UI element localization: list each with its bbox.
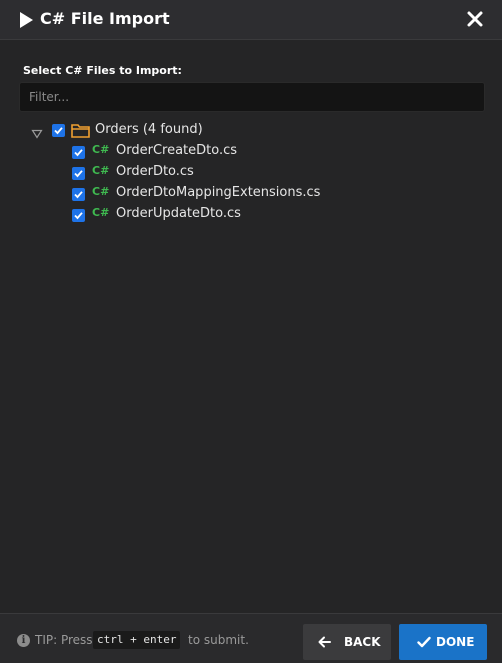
csharp-icon: C# xyxy=(92,143,110,156)
dialog-footer: i TIP: Press ctrl + enter to submit. BAC… xyxy=(0,613,502,663)
check-icon xyxy=(417,636,431,648)
done-label: DONE xyxy=(436,635,475,649)
back-label: BACK xyxy=(344,635,381,649)
filter-input[interactable] xyxy=(19,82,485,112)
csharp-icon: C# xyxy=(92,164,110,177)
file-label[interactable]: OrderDtoMappingExtensions.cs xyxy=(116,185,320,200)
tip-prefix: TIP: Press xyxy=(35,633,93,647)
tree-expander-icon[interactable] xyxy=(31,125,43,139)
file-label[interactable]: OrderUpdateDto.cs xyxy=(116,206,241,221)
back-button[interactable]: BACK xyxy=(303,624,391,660)
close-icon[interactable] xyxy=(466,10,484,28)
folder-checkbox[interactable] xyxy=(52,124,65,137)
dialog-title: C# File Import xyxy=(40,9,170,28)
csharp-icon: C# xyxy=(92,185,110,198)
file-label[interactable]: OrderDto.cs xyxy=(116,164,194,179)
folder-icon xyxy=(71,123,90,138)
done-button[interactable]: DONE xyxy=(399,624,487,660)
arrow-left-icon xyxy=(318,636,331,648)
csharp-icon: C# xyxy=(92,206,110,219)
play-icon xyxy=(20,12,33,28)
file-checkbox[interactable] xyxy=(72,167,85,180)
file-checkbox[interactable] xyxy=(72,188,85,201)
select-files-label: Select C# Files to Import: xyxy=(23,64,182,77)
dialog-titlebar: C# File Import xyxy=(0,0,502,40)
file-checkbox[interactable] xyxy=(72,209,85,222)
dialog-content: Select C# Files to Import: Orders (4 fou… xyxy=(0,40,502,613)
tip-shortcut: ctrl + enter xyxy=(93,631,181,649)
tip-suffix: to submit. xyxy=(188,633,249,647)
file-checkbox[interactable] xyxy=(72,146,85,159)
folder-label[interactable]: Orders (4 found) xyxy=(95,122,203,137)
info-icon: i xyxy=(17,634,30,647)
file-label[interactable]: OrderCreateDto.cs xyxy=(116,143,237,158)
